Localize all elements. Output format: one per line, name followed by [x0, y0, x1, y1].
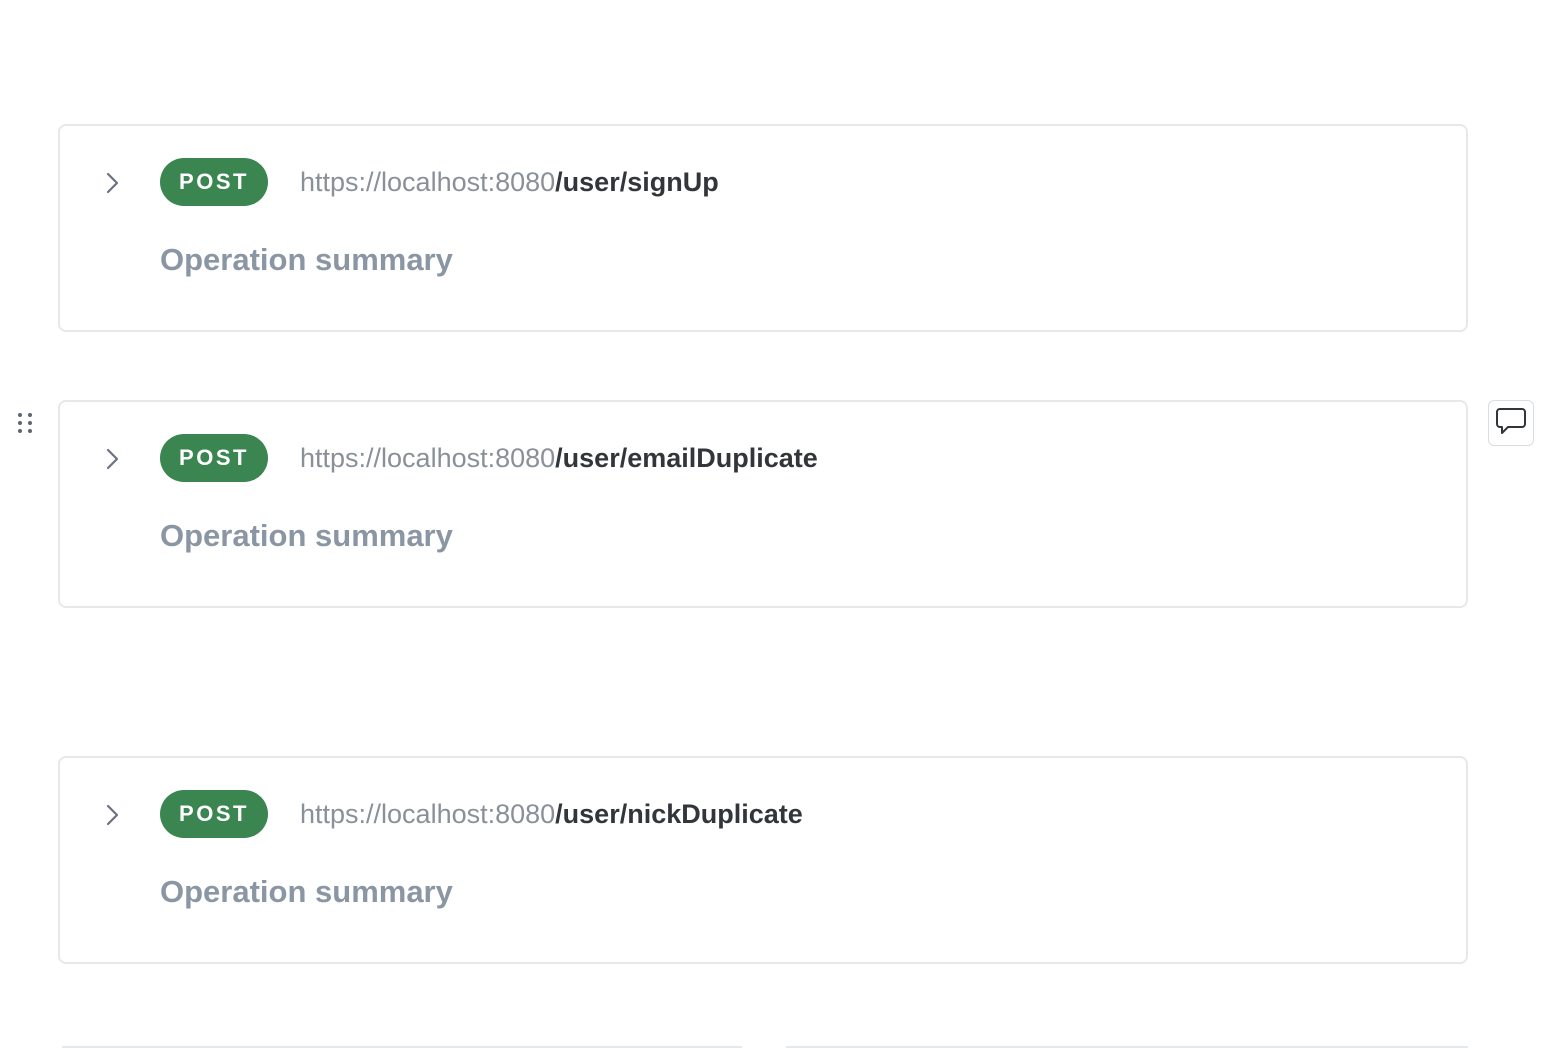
url-path: /user/signUp — [555, 167, 719, 197]
operation-card-emailduplicate[interactable]: POST https://localhost:8080/user/emailDu… — [58, 400, 1468, 608]
operation-url: https://localhost:8080/user/emailDuplica… — [300, 442, 818, 474]
chevron-right-icon[interactable] — [100, 171, 124, 195]
method-badge: POST — [160, 158, 268, 206]
operation-summary[interactable]: Operation summary — [160, 874, 453, 910]
operation-url: https://localhost:8080/user/nickDuplicat… — [300, 798, 803, 830]
operation-summary[interactable]: Operation summary — [160, 242, 453, 278]
url-base: https://localhost:8080 — [300, 443, 556, 473]
url-path: /user/emailDuplicate — [555, 443, 818, 473]
editor-page: POST https://localhost:8080/user/signUp … — [0, 0, 1542, 1048]
method-badge: POST — [160, 434, 268, 482]
operation-summary[interactable]: Operation summary — [160, 518, 453, 554]
url-base: https://localhost:8080 — [300, 167, 556, 197]
operation-card-nickduplicate[interactable]: POST https://localhost:8080/user/nickDup… — [58, 756, 1468, 964]
chevron-right-icon[interactable] — [100, 447, 124, 471]
drag-handle-icon[interactable] — [14, 410, 36, 438]
url-path: /user/nickDuplicate — [555, 799, 803, 829]
url-base: https://localhost:8080 — [300, 799, 556, 829]
method-badge: POST — [160, 790, 268, 838]
operation-card-signup[interactable]: POST https://localhost:8080/user/signUp … — [58, 124, 1468, 332]
comment-icon — [1495, 406, 1527, 441]
comment-button[interactable] — [1488, 400, 1534, 446]
chevron-right-icon[interactable] — [100, 803, 124, 827]
operation-url: https://localhost:8080/user/signUp — [300, 166, 719, 198]
